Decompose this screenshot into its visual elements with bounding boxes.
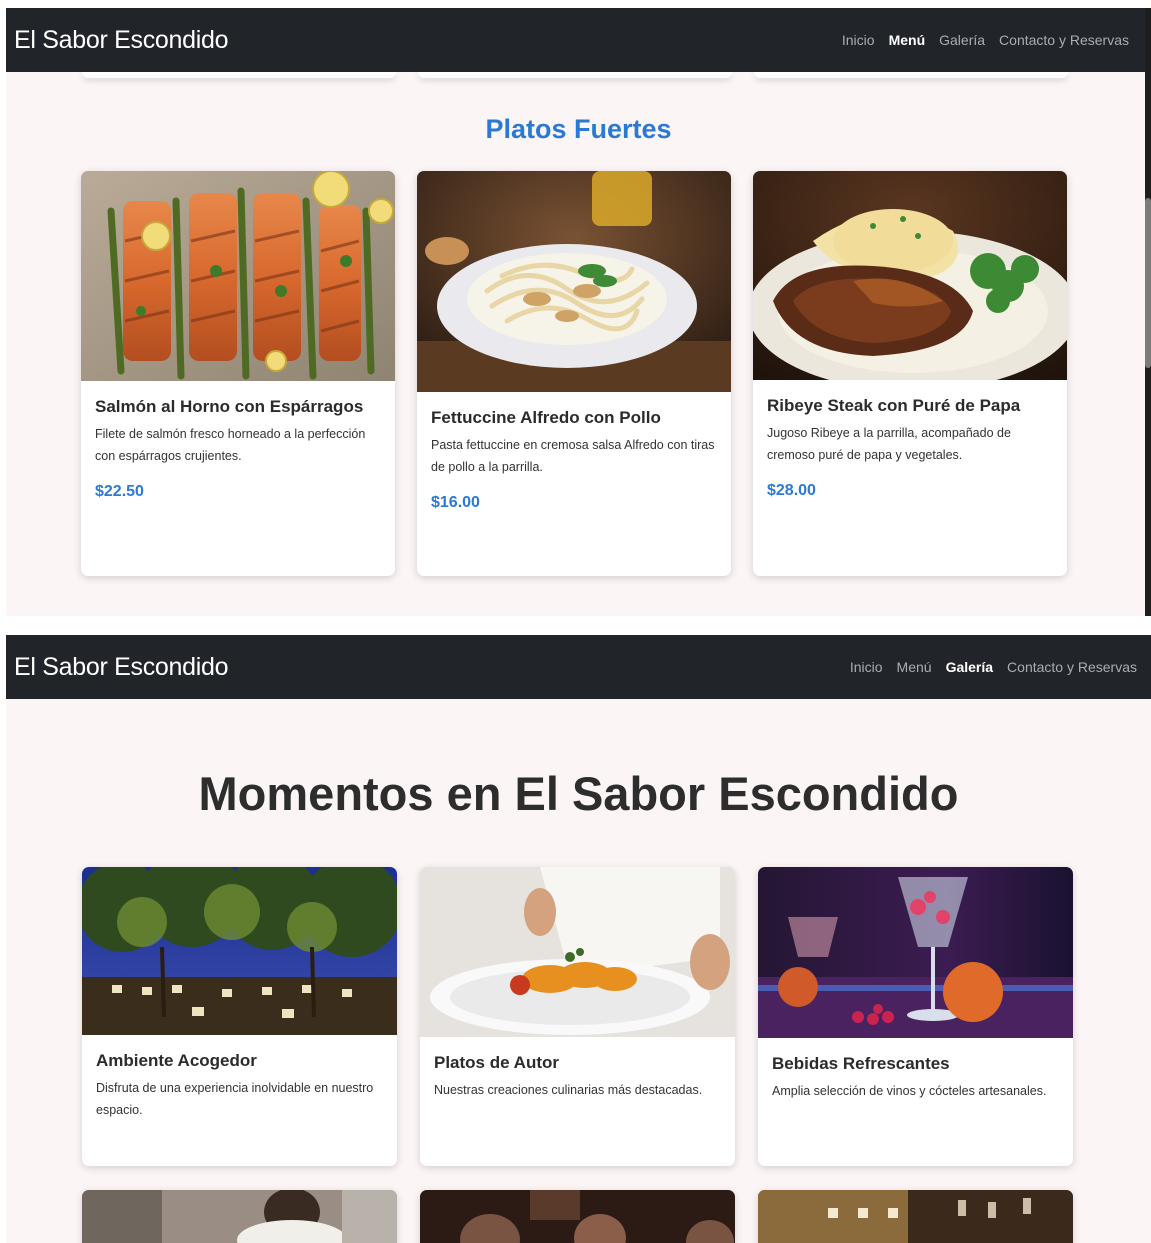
navbar: El Sabor Escondido Inicio Menú Galería C… <box>6 8 1151 72</box>
nav-link-inicio[interactable]: Inicio <box>842 32 875 48</box>
navbar: El Sabor Escondido Inicio Menú Galería C… <box>6 635 1151 699</box>
dish-card[interactable]: Salmón al Horno con Espárragos Filete de… <box>81 171 395 576</box>
dish-price: $28.00 <box>767 482 816 499</box>
gallery-item-title: Ambiente Acogedor <box>96 1051 257 1070</box>
nav-links: Inicio Menú Galería Contacto y Reservas <box>842 32 1129 48</box>
gallery-image-bebidas <box>758 867 1073 1038</box>
scrollbar-thumb[interactable] <box>1145 198 1151 368</box>
gallery-image-chefs <box>82 1190 397 1243</box>
nav-link-galeria[interactable]: Galería <box>939 32 985 48</box>
gallery-item-title: Platos de Autor <box>434 1053 559 1072</box>
nav-link-menu[interactable]: Menú <box>897 659 932 675</box>
gallery-item-title: Bebidas Refrescantes <box>772 1054 950 1073</box>
nav-link-menu[interactable]: Menú <box>889 32 926 48</box>
previous-card-edge <box>82 72 396 78</box>
gallery-card[interactable] <box>82 1190 397 1243</box>
gallery-item-description: Nuestras creaciones culinarias más desta… <box>434 1083 703 1097</box>
nav-link-inicio[interactable]: Inicio <box>850 659 883 675</box>
nav-link-contacto[interactable]: Contacto y Reservas <box>1007 659 1137 675</box>
gallery-card[interactable] <box>758 1190 1073 1243</box>
previous-card-edge <box>754 72 1068 78</box>
gallery-card[interactable]: Platos de Autor Nuestras creaciones culi… <box>420 867 735 1166</box>
dish-card[interactable]: Ribeye Steak con Puré de Papa Jugoso Rib… <box>753 171 1067 576</box>
dish-description: Filete de salmón fresco horneado a la pe… <box>95 427 366 463</box>
gallery-image-clientes <box>420 1190 735 1243</box>
gallery-item-description: Disfruta de una experiencia inolvidable … <box>96 1081 374 1117</box>
gallery-item-description: Amplia selección de vinos y cócteles art… <box>772 1084 1047 1098</box>
gallery-page-view: El Sabor Escondido Inicio Menú Galería C… <box>6 635 1151 1243</box>
gallery-card[interactable]: Ambiente Acogedor Disfruta de una experi… <box>82 867 397 1166</box>
section-title: Platos Fuertes <box>485 114 672 144</box>
dish-image-ribeye <box>753 171 1067 380</box>
gallery-card[interactable]: Bebidas Refrescantes Amplia selección de… <box>758 867 1073 1166</box>
dish-title: Fettuccine Alfredo con Pollo <box>431 408 661 427</box>
nav-links: Inicio Menú Galería Contacto y Reservas <box>850 659 1137 675</box>
brand-logo-text[interactable]: El Sabor Escondido <box>14 26 228 55</box>
gallery-card[interactable] <box>420 1190 735 1243</box>
gallery-title: Momentos en El Sabor Escondido <box>198 767 959 820</box>
dish-image-salmon <box>81 171 395 381</box>
menu-page-view: El Sabor Escondido Inicio Menú Galería C… <box>6 8 1151 616</box>
gallery-image-platos <box>420 867 735 1037</box>
scrollbar[interactable] <box>1145 8 1151 616</box>
dish-image-fettuccine <box>417 171 731 392</box>
dish-title: Salmón al Horno con Espárragos <box>95 397 364 416</box>
dish-price: $22.50 <box>95 483 144 500</box>
dish-card[interactable]: Fettuccine Alfredo con Pollo Pasta fettu… <box>417 171 731 576</box>
dish-description: Pasta fettuccine en cremosa salsa Alfred… <box>431 438 715 474</box>
nav-link-galeria[interactable]: Galería <box>946 659 993 675</box>
dish-title: Ribeye Steak con Puré de Papa <box>767 396 1021 415</box>
brand-logo-text[interactable]: El Sabor Escondido <box>14 653 228 682</box>
gallery-image-ambiente <box>82 867 397 1035</box>
previous-card-edge <box>418 72 732 78</box>
dish-price: $16.00 <box>431 494 480 511</box>
nav-link-contacto[interactable]: Contacto y Reservas <box>999 32 1129 48</box>
dish-description: Jugoso Ribeye a la parrilla, acompañado … <box>767 426 1011 462</box>
gallery-image-restaurante <box>758 1190 1073 1243</box>
